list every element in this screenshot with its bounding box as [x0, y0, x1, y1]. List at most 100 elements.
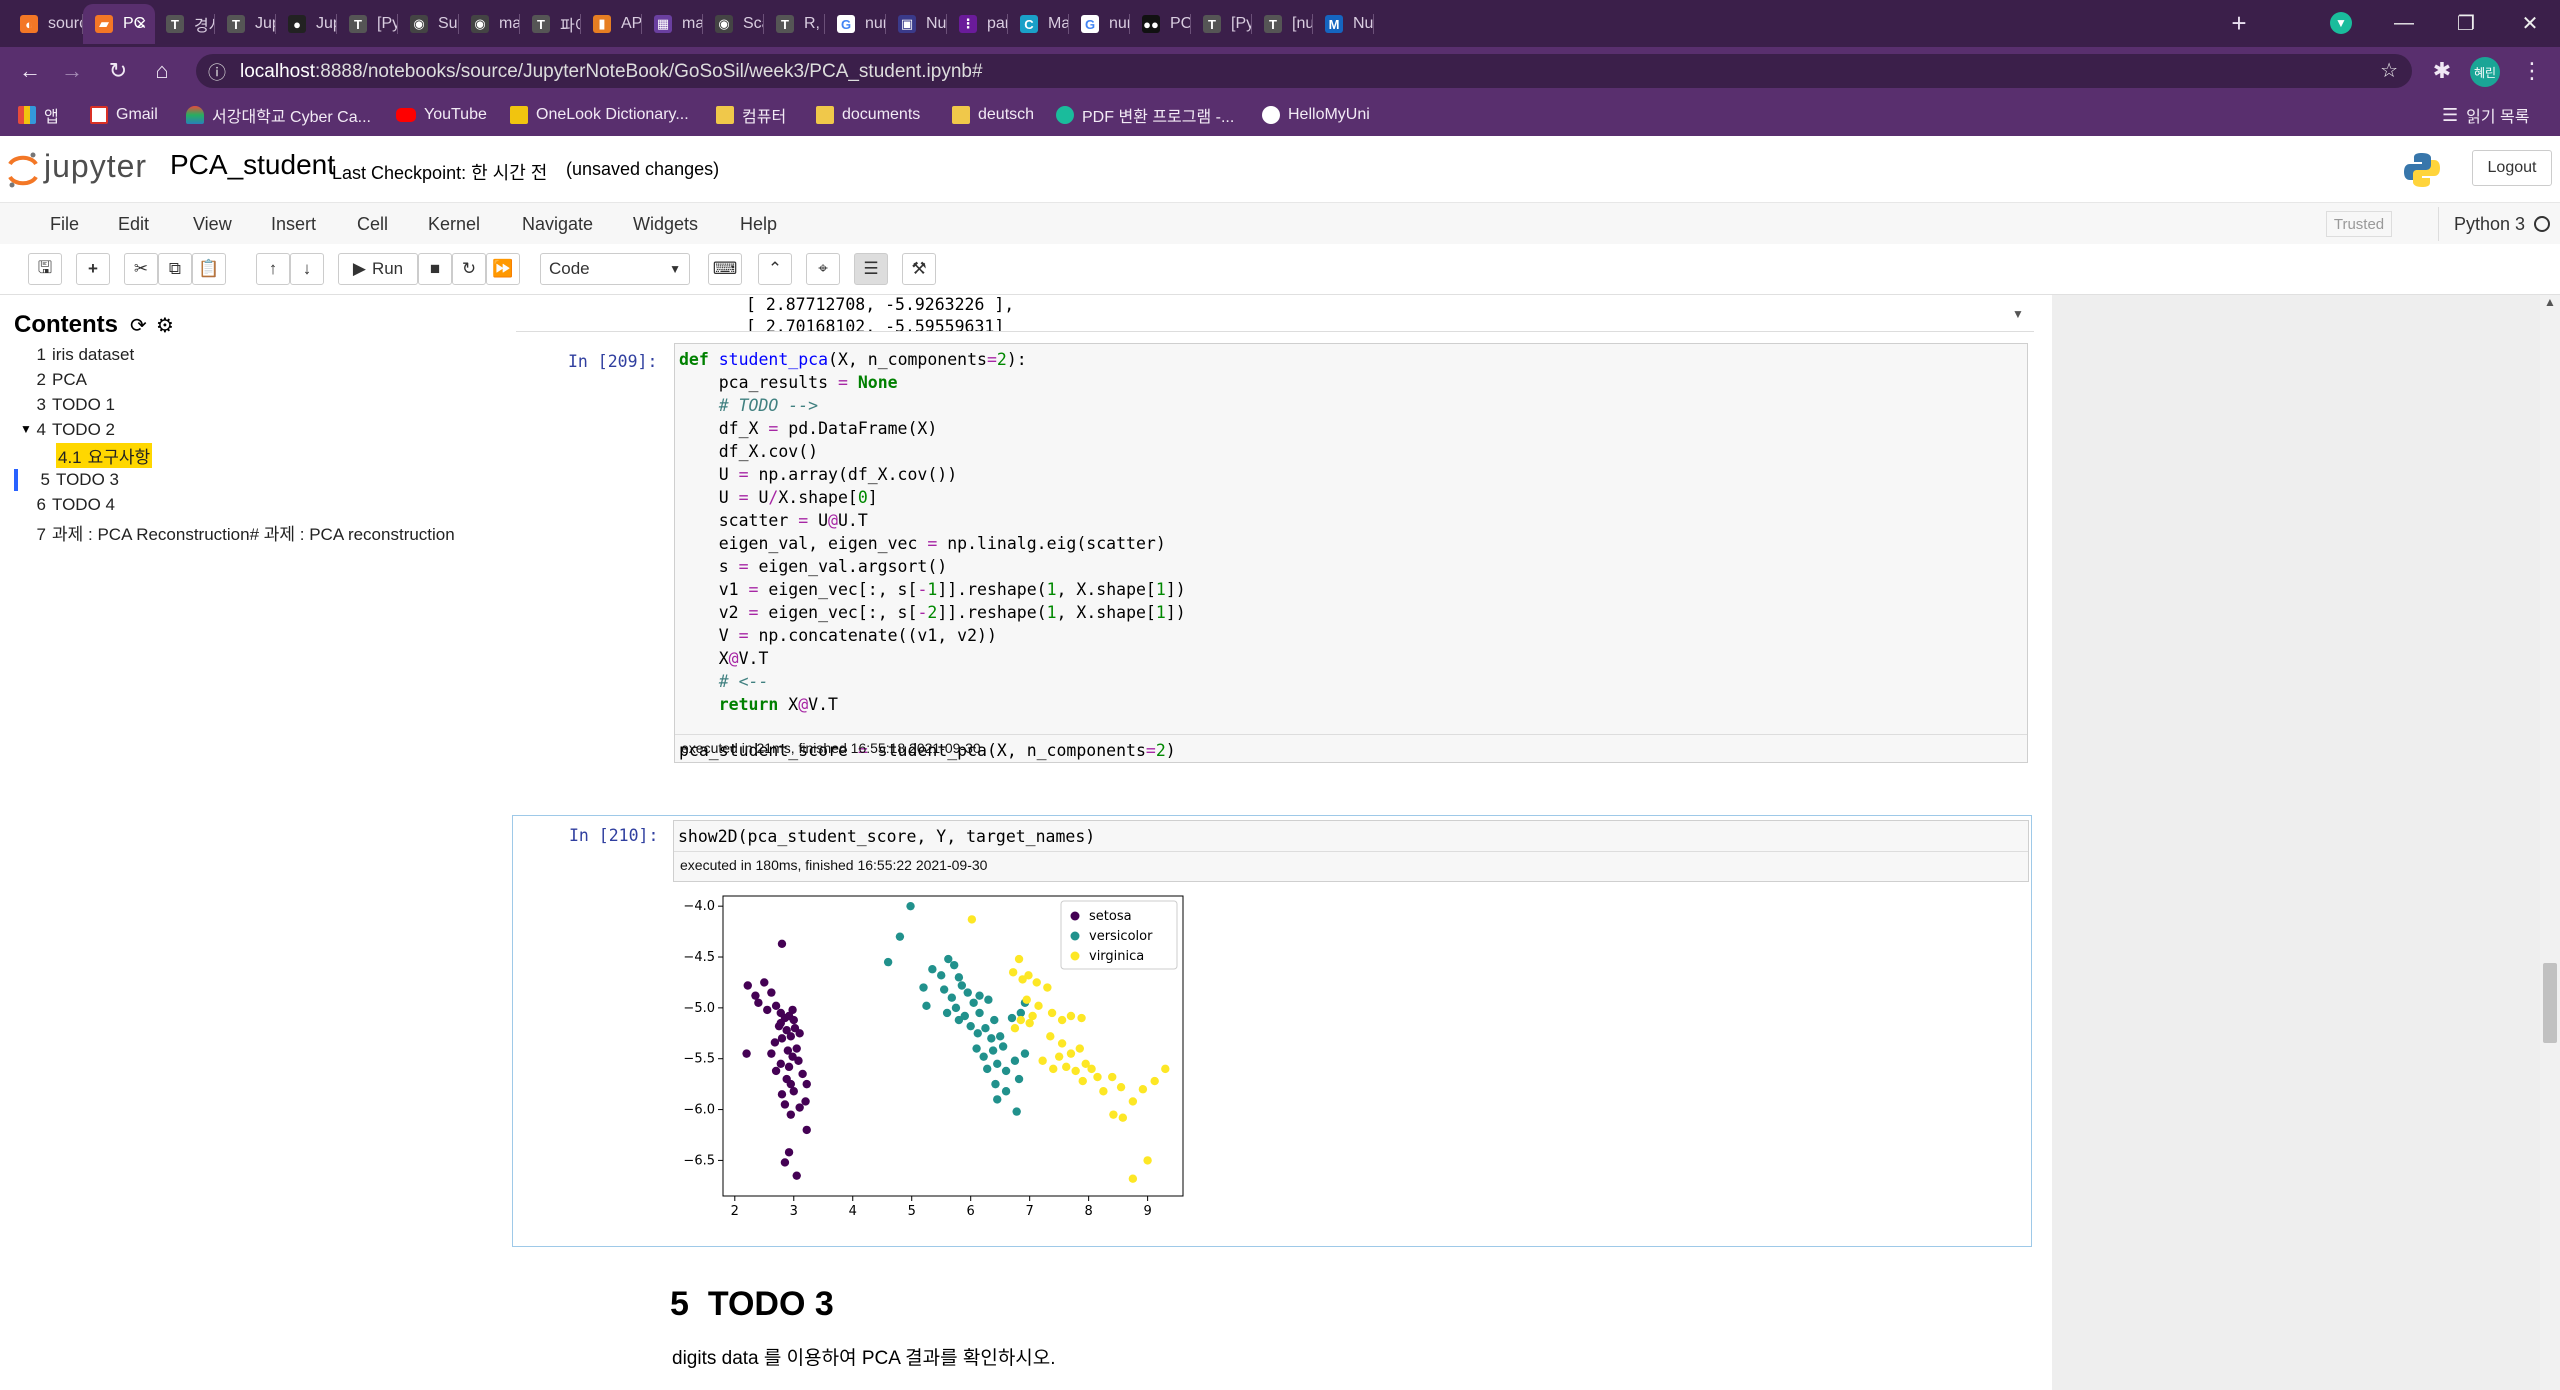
- toc-item[interactable]: 4 TODO 2: [30, 420, 115, 440]
- crosshair-icon[interactable]: ⌖: [806, 253, 840, 285]
- browser-tab[interactable]: ▦ matpl: [642, 4, 703, 44]
- browser-tab[interactable]: Gnump: [825, 4, 886, 44]
- move-up-icon[interactable]: ↑: [256, 253, 290, 285]
- insert-cell-icon[interactable]: +: [76, 253, 110, 285]
- toc-item-current[interactable]: 5 TODO 3: [34, 470, 119, 490]
- jupyter-logo-icon[interactable]: [6, 150, 40, 190]
- browser-tab[interactable]: T Jupyte: [215, 4, 276, 44]
- browser-tab[interactable]: ▰ PC ✕: [83, 4, 155, 44]
- bookmark-pdf[interactable]: PDF 변환 프로그램 -...: [1056, 103, 1234, 127]
- move-down-icon[interactable]: ↓: [290, 253, 324, 285]
- menu-widgets[interactable]: Widgets: [633, 214, 698, 235]
- scrollbar-thumb[interactable]: [2543, 963, 2557, 1043]
- tab-close-icon[interactable]: ✕: [135, 16, 147, 33]
- code-cell-209[interactable]: In [209]: def student_pca(X, n_component…: [516, 335, 2032, 763]
- browser-tab[interactable]: ◉ Suppo: [398, 4, 459, 44]
- browser-tab[interactable]: ● Jupyte: [276, 4, 337, 44]
- bookmark-star-icon[interactable]: ☆: [2380, 58, 2398, 83]
- browser-tab[interactable]: T 파이썬: [520, 4, 581, 44]
- profile-dot-icon[interactable]: ▼: [2330, 12, 2352, 34]
- browser-tab[interactable]: C Matpl: [1008, 4, 1069, 44]
- trusted-indicator[interactable]: Trusted: [2326, 211, 2392, 237]
- browser-tab[interactable]: T [num: [1252, 4, 1313, 44]
- refresh-icon[interactable]: ⟳: [130, 313, 147, 338]
- code-cell-210[interactable]: ⁞ In [210]: show2D(pca_student_score, Y,…: [512, 815, 2032, 1247]
- browser-menu-icon[interactable]: ⋮: [2514, 53, 2550, 89]
- browser-tab[interactable]: T 경사하: [154, 4, 215, 44]
- code-editor[interactable]: def student_pca(X, n_components=2): pca_…: [674, 343, 2028, 763]
- menu-navigate[interactable]: Navigate: [522, 214, 593, 235]
- toc-item[interactable]: 7 과제 : PCA Reconstruction# 과제 : PCA recon…: [30, 520, 455, 545]
- save-icon[interactable]: 🖫: [28, 253, 62, 285]
- kernel-name[interactable]: Python 3: [2454, 214, 2525, 235]
- new-tab-button[interactable]: +: [2222, 6, 2256, 40]
- keyboard-icon[interactable]: ⌨: [708, 253, 742, 285]
- menu-file[interactable]: File: [50, 214, 79, 235]
- bookmark-deutsch[interactable]: deutsch: [952, 103, 1034, 127]
- paste-icon[interactable]: 📋: [192, 253, 226, 285]
- toc-item[interactable]: 3 TODO 1: [30, 395, 115, 415]
- restart-icon[interactable]: ↻: [452, 253, 486, 285]
- restart-run-all-icon[interactable]: ⏩: [486, 253, 520, 285]
- menu-cell[interactable]: Cell: [357, 214, 388, 235]
- bookmark-computer[interactable]: 컴퓨터: [716, 103, 786, 127]
- close-window-icon[interactable]: ✕: [2500, 0, 2560, 47]
- reading-list[interactable]: ☰ 읽기 목록: [2442, 103, 2529, 127]
- menu-help[interactable]: Help: [740, 214, 777, 235]
- menu-edit[interactable]: Edit: [118, 214, 149, 235]
- interrupt-icon[interactable]: ■: [418, 253, 452, 285]
- scroll-up-icon[interactable]: ▲: [2544, 295, 2556, 309]
- browser-tab[interactable]: Gnump: [1069, 4, 1130, 44]
- toc-item-highlighted[interactable]: 4.1 요구사항: [56, 443, 153, 468]
- menu-view[interactable]: View: [193, 214, 232, 235]
- code-text[interactable]: show2D(pca_student_score, Y, target_name…: [678, 825, 1095, 848]
- bookmark-onelook[interactable]: OneLook Dictionary...: [510, 103, 689, 127]
- toc-item[interactable]: 6 TODO 4: [30, 495, 115, 515]
- bookmark-gmail[interactable]: Gmail: [90, 103, 158, 127]
- logout-button[interactable]: Logout: [2472, 150, 2552, 186]
- reload-icon[interactable]: ↻: [100, 53, 136, 89]
- cut-icon[interactable]: ✂: [124, 253, 158, 285]
- browser-tab[interactable]: ▣ NumP: [886, 4, 947, 44]
- bookmark-documents[interactable]: documents: [816, 103, 920, 127]
- home-icon[interactable]: ⌂: [144, 53, 180, 89]
- site-info-icon[interactable]: ⓘ: [208, 59, 226, 85]
- menu-kernel[interactable]: Kernel: [428, 214, 480, 235]
- scroll-down-icon[interactable]: ▼: [2012, 307, 2024, 321]
- gear-icon[interactable]: ⚙: [156, 313, 174, 338]
- back-icon[interactable]: ←: [12, 53, 48, 89]
- toc-item[interactable]: 2 PCA: [30, 370, 87, 390]
- toc-item[interactable]: 1 iris dataset: [30, 345, 135, 365]
- bookmark-hellomyuni[interactable]: HelloMyUni: [1262, 103, 1370, 127]
- browser-tab[interactable]: ◐ source: [8, 4, 83, 44]
- cell-type-select[interactable]: Code ▼: [540, 253, 690, 285]
- browser-tab[interactable]: ◉ matpl: [459, 4, 520, 44]
- code-editor[interactable]: show2D(pca_student_score, Y, target_name…: [673, 820, 2029, 882]
- notebook-name[interactable]: PCA_student: [170, 149, 335, 181]
- code-text[interactable]: def student_pca(X, n_components=2): pca_…: [679, 348, 1186, 762]
- toc-list-icon[interactable]: ☰: [854, 253, 888, 285]
- profile-avatar[interactable]: 혜린: [2470, 57, 2500, 87]
- browser-tab[interactable]: M NumP: [1313, 4, 1374, 44]
- bookmark-youtube[interactable]: YouTube: [396, 103, 487, 127]
- browser-tab[interactable]: ⋮ panda: [947, 4, 1008, 44]
- menu-insert[interactable]: Insert: [271, 214, 316, 235]
- restore-icon[interactable]: ❐: [2436, 0, 2496, 47]
- browser-tab[interactable]: T R, Pyt: [764, 4, 825, 44]
- run-button[interactable]: ▶ Run: [338, 253, 418, 285]
- copy-icon[interactable]: ⧉: [158, 253, 192, 285]
- bookmark-apps[interactable]: 앱: [18, 103, 59, 127]
- browser-tab[interactable]: ◉ Scatte: [703, 4, 764, 44]
- browser-tab[interactable]: ▮ API Re: [581, 4, 642, 44]
- extensions-icon[interactable]: ✱: [2424, 53, 2460, 89]
- scrollbar-track[interactable]: ▲: [2540, 295, 2560, 1390]
- browser-tab[interactable]: T [Pytho: [337, 4, 398, 44]
- browser-tab[interactable]: T [Pytho: [1191, 4, 1252, 44]
- browser-tab[interactable]: ●● PCA(P: [1130, 4, 1191, 44]
- minimize-icon[interactable]: —: [2374, 0, 2434, 47]
- bookmark-sogang[interactable]: 서강대학교 Cyber Ca...: [186, 103, 371, 127]
- collapse-up-icon[interactable]: ⌃: [758, 253, 792, 285]
- url-input[interactable]: ⓘ localhost:8888/notebooks/source/Jupyte…: [196, 54, 2412, 88]
- hammer-icon[interactable]: ⚒: [902, 253, 936, 285]
- forward-icon[interactable]: →: [54, 53, 90, 89]
